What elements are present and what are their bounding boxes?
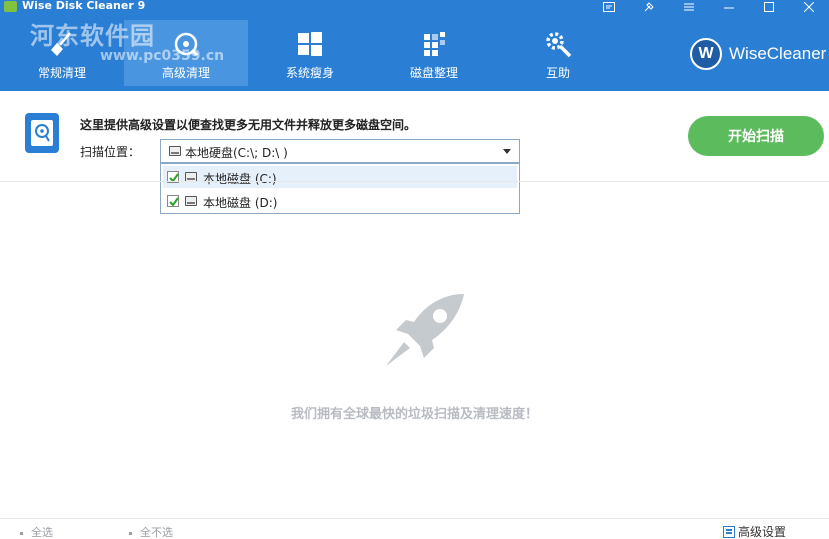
select-none-label: 全不选 xyxy=(140,526,173,539)
bullet-icon xyxy=(20,531,23,535)
select-all-link[interactable]: 全选 xyxy=(20,524,53,539)
drive-option-c[interactable]: 本地磁盘 (C:) xyxy=(163,166,517,188)
window-title: Wise Disk Cleaner 9 xyxy=(22,0,146,12)
footer-divider xyxy=(0,518,829,519)
minimize-icon[interactable] xyxy=(709,0,749,14)
app-logo-icon xyxy=(4,1,17,12)
title-bar: Wise Disk Cleaner 9 xyxy=(0,0,829,14)
empty-state-slogan: 我们拥有全球最快的垃圾扫描及清理速度！ xyxy=(290,407,538,422)
tab-label: 互助 xyxy=(545,66,570,80)
header-bar: Wise Disk Cleaner 9 常规清理 高级清理 系统瘦身 磁盘整理 … xyxy=(0,0,829,91)
brand-badge: W xyxy=(690,38,722,70)
select-none-link[interactable]: 全不选 xyxy=(129,524,173,539)
bullet-icon xyxy=(129,531,132,535)
disk-icon xyxy=(25,113,59,153)
rocket-icon xyxy=(382,290,468,370)
drive-icon xyxy=(185,196,197,206)
watermark-url: www.pc0359.cn xyxy=(100,48,225,64)
drive-option-d[interactable]: 本地磁盘 (D:) xyxy=(163,190,517,212)
skin-icon[interactable] xyxy=(629,0,669,14)
scan-location-select[interactable]: 本地硬盘(C:\; D:\ ) xyxy=(160,139,520,163)
checkbox-d[interactable] xyxy=(167,195,179,207)
tab-defrag[interactable]: 磁盘整理 xyxy=(372,20,496,86)
drive-option-label: 本地磁盘 (D:) xyxy=(203,196,278,210)
chevron-down-icon[interactable] xyxy=(503,149,511,154)
drive-dropdown: 本地磁盘 (C:) 本地磁盘 (D:) xyxy=(160,163,520,214)
drive-option-label: 本地磁盘 (C:) xyxy=(203,172,277,186)
drive-icon xyxy=(169,146,181,156)
brand-logo[interactable]: W WiseCleaner xyxy=(690,38,827,70)
scan-location-value: 本地硬盘(C:\; D:\ ) xyxy=(185,146,288,160)
feedback-icon[interactable] xyxy=(589,0,629,14)
window-controls xyxy=(589,0,829,14)
settings-icon xyxy=(723,525,735,538)
maximize-icon[interactable] xyxy=(749,0,789,14)
panel-description: 这里提供高级设置以便查找更多无用文件并释放更多磁盘空间。 xyxy=(80,118,417,132)
windows-icon xyxy=(294,29,326,59)
watermark-text: 河东软件园 xyxy=(30,22,155,50)
advanced-settings-label: 高级设置 xyxy=(738,525,787,539)
start-scan-button[interactable]: 开始扫描 xyxy=(688,116,824,156)
tools-icon xyxy=(542,29,574,59)
defrag-icon xyxy=(418,29,450,59)
menu-icon[interactable] xyxy=(669,0,709,14)
advanced-settings-link[interactable]: 高级设置 xyxy=(723,523,786,539)
close-icon[interactable] xyxy=(789,0,829,14)
tab-system-slim[interactable]: 系统瘦身 xyxy=(248,20,372,86)
select-all-label: 全选 xyxy=(31,526,53,539)
scan-location-label: 扫描位置： xyxy=(80,145,141,159)
tab-help[interactable]: 互助 xyxy=(496,20,620,86)
tab-label: 系统瘦身 xyxy=(285,66,334,80)
divider xyxy=(0,181,829,182)
tab-label: 磁盘整理 xyxy=(409,66,458,80)
tab-label: 高级清理 xyxy=(161,66,210,80)
tab-label: 常规清理 xyxy=(37,66,86,80)
brand-name: WiseCleaner xyxy=(729,44,827,63)
